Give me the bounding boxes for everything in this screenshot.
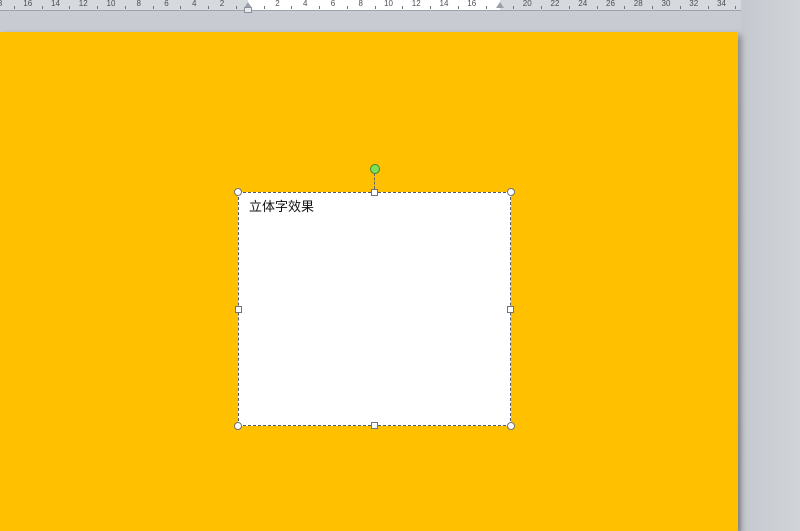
- ruler-tick: [707, 6, 709, 9]
- ruler-tick: [263, 6, 265, 9]
- ruler-label: 10: [106, 0, 116, 8]
- ruler-label: 2: [275, 0, 280, 8]
- resize-handle-bottom-left[interactable]: [234, 422, 242, 430]
- ruler-tick: [513, 6, 515, 9]
- ruler-tick: [541, 6, 543, 9]
- ruler-tick: [124, 6, 126, 9]
- text-box[interactable]: 立体字效果: [238, 192, 511, 426]
- ruler-tick: [235, 6, 237, 9]
- ruler-label: 16: [467, 0, 477, 8]
- ruler-tick: [402, 6, 404, 9]
- ruler-label: 4: [192, 0, 197, 8]
- ruler-tick: [485, 6, 487, 9]
- ruler-label: 8: [136, 0, 141, 8]
- ruler-tick: [735, 6, 737, 9]
- ruler-label: 26: [606, 0, 615, 8]
- horizontal-ruler[interactable]: 8161412108642246810121416202224262830323…: [0, 0, 741, 11]
- ruler-tick: [319, 6, 321, 9]
- ruler-label: 8: [0, 0, 2, 8]
- resize-handle-right[interactable]: [507, 306, 514, 313]
- ruler-label: 30: [661, 0, 671, 8]
- ruler-tick: [69, 6, 71, 9]
- resize-handle-top[interactable]: [371, 189, 378, 196]
- ruler-label: 14: [439, 0, 449, 8]
- ruler-label: 8: [358, 0, 363, 8]
- text-box-content[interactable]: 立体字效果: [249, 200, 314, 216]
- ruler-label: 2: [219, 0, 225, 8]
- ruler-tick: [13, 6, 15, 9]
- ruler-label: 16: [23, 0, 33, 8]
- ruler-tick: [679, 6, 681, 9]
- ruler-label: 28: [633, 0, 643, 8]
- presentation-editor: 8161412108642246810121416202224262830323…: [0, 0, 800, 531]
- rotate-handle[interactable]: [370, 164, 380, 174]
- ruler-label: 22: [550, 0, 560, 8]
- ruler-tick: [97, 6, 99, 9]
- ruler-label: 34: [717, 0, 726, 8]
- resize-handle-bottom[interactable]: [371, 422, 378, 429]
- ruler-tick: [180, 6, 182, 9]
- rotate-handle-connector: [374, 173, 375, 189]
- ruler-tick: [457, 6, 459, 9]
- ruler-label: 10: [384, 0, 393, 8]
- ruler-label: 4: [303, 0, 308, 8]
- ruler-tick: [568, 6, 570, 9]
- ruler-tick: [208, 6, 210, 9]
- ruler-label: 24: [578, 0, 588, 8]
- editor-gutter: [741, 0, 800, 531]
- ruler-label: 12: [78, 0, 88, 8]
- ruler-tick: [624, 6, 626, 9]
- ruler-label: 12: [411, 0, 421, 8]
- ruler-tick: [652, 6, 654, 9]
- resize-handle-bottom-right[interactable]: [507, 422, 515, 430]
- ruler-label: 6: [164, 0, 169, 8]
- ruler-tick: [152, 6, 154, 9]
- left-indent-marker[interactable]: [244, 7, 252, 13]
- resize-handle-top-right[interactable]: [507, 188, 515, 196]
- ruler-label: 32: [689, 0, 699, 8]
- right-indent-marker[interactable]: [496, 2, 504, 8]
- ruler-label: 20: [522, 0, 532, 8]
- ruler-tick: [430, 6, 432, 9]
- ruler-label: 6: [330, 0, 336, 8]
- resize-handle-top-left[interactable]: [234, 188, 242, 196]
- ruler-label: 14: [51, 0, 60, 8]
- ruler-tick: [291, 6, 293, 9]
- resize-handle-left[interactable]: [235, 306, 242, 313]
- ruler-tick: [41, 6, 43, 9]
- ruler-tick: [346, 6, 348, 9]
- ruler-tick: [596, 6, 598, 9]
- ruler-tick: [374, 6, 376, 9]
